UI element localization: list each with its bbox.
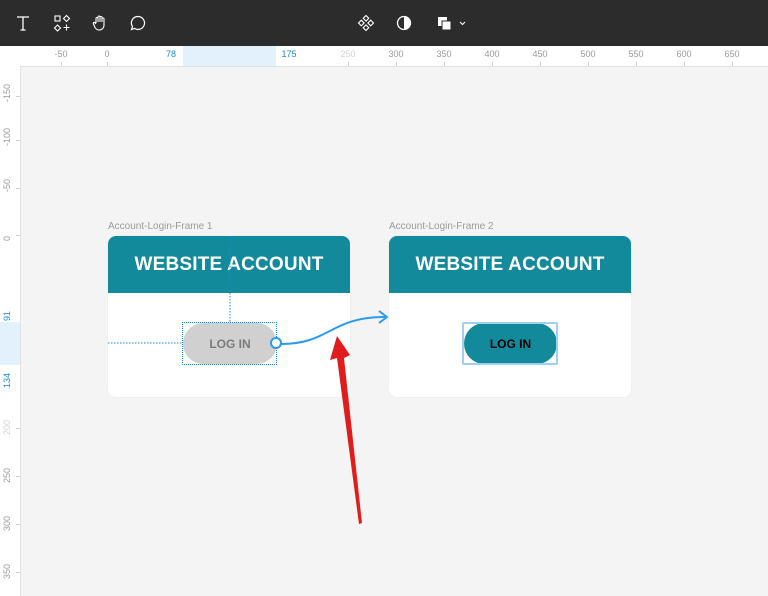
ruler-selection-highlight xyxy=(0,322,20,365)
ruler-tickmark xyxy=(16,428,20,429)
ruler-corner xyxy=(0,46,20,66)
ruler-tick-selected: 175 xyxy=(281,49,297,59)
ruler-tickmark xyxy=(540,62,541,66)
components-icon[interactable] xyxy=(47,8,77,38)
ruler-tick-selected: 91 xyxy=(2,310,12,321)
ruler-tickmark xyxy=(636,62,637,66)
ruler-selection-highlight xyxy=(183,46,276,66)
top-toolbar xyxy=(0,0,768,46)
text-tool-icon[interactable] xyxy=(8,8,38,38)
ruler-tick: 0 xyxy=(104,49,110,59)
ruler-tick: 350 xyxy=(436,49,452,59)
ruler-tick: -150 xyxy=(2,83,12,102)
ruler-tickmark xyxy=(16,140,20,141)
frame-label[interactable]: Account-Login-Frame 1 xyxy=(108,221,213,232)
ruler-tick: 450 xyxy=(532,49,548,59)
ruler-tick: -50 xyxy=(54,49,68,59)
ruler-tick: -100 xyxy=(2,127,12,146)
ruler-tickmark xyxy=(732,62,733,66)
frame-label[interactable]: Account-Login-Frame 2 xyxy=(389,221,494,232)
connector-arrowhead xyxy=(378,310,388,324)
ruler-tick: 350 xyxy=(2,563,12,579)
ruler-tick-selected: 78 xyxy=(165,49,177,59)
shape-fill-icon[interactable] xyxy=(431,8,471,38)
frame-header: WEBSITE ACCOUNT xyxy=(389,236,631,293)
ruler-tickmark xyxy=(396,62,397,66)
hand-tool-icon[interactable] xyxy=(85,8,115,38)
ruler-tickmark xyxy=(684,62,685,66)
ruler-tick: 550 xyxy=(628,49,644,59)
ruler-tickmark xyxy=(492,62,493,66)
frame-header: WEBSITE ACCOUNT xyxy=(108,236,350,293)
ruler-tick-selected: 134 xyxy=(2,372,12,388)
comment-icon[interactable] xyxy=(123,8,153,38)
prototype-target-highlight xyxy=(462,322,558,365)
ruler-tick: 200 xyxy=(2,419,12,435)
ruler-tickmark xyxy=(16,235,20,236)
ruler-tickmark xyxy=(16,524,20,525)
component-diamond-icon[interactable] xyxy=(351,8,381,38)
ruler-tick: 300 xyxy=(2,515,12,531)
horizontal-ruler: -50 0 78 175 250 300 350 400 450 500 550… xyxy=(0,46,768,67)
selection-box xyxy=(182,322,277,365)
ruler-tickmark xyxy=(16,96,20,97)
ruler-tick: -50 xyxy=(2,178,12,192)
ruler-tickmark xyxy=(348,62,349,66)
ruler-tickmark xyxy=(16,476,20,477)
ruler-tickmark xyxy=(444,62,445,66)
ruler-tick: 400 xyxy=(484,49,500,59)
ruler-tick: 250 xyxy=(2,467,12,483)
ruler-tick: 250 xyxy=(340,49,356,59)
ruler-tickmark xyxy=(588,62,589,66)
contrast-icon[interactable] xyxy=(389,8,419,38)
account-login-frame-2[interactable]: WEBSITE ACCOUNT LOG IN xyxy=(389,236,631,397)
ruler-tick: 0 xyxy=(2,235,12,241)
account-login-frame-1[interactable]: WEBSITE ACCOUNT LOG IN xyxy=(108,236,350,397)
ruler-tick: 500 xyxy=(580,49,596,59)
ruler-tick: 650 xyxy=(724,49,740,59)
vertical-ruler: -150 -100 -50 0 91 134 200 250 300 350 xyxy=(0,66,21,596)
ruler-tickmark xyxy=(61,62,62,66)
ruler-tickmark xyxy=(16,572,20,573)
ruler-tickmark xyxy=(16,188,20,189)
ruler-tickmark xyxy=(107,62,108,66)
ruler-tick: 600 xyxy=(676,49,692,59)
ruler-tick: 300 xyxy=(388,49,404,59)
